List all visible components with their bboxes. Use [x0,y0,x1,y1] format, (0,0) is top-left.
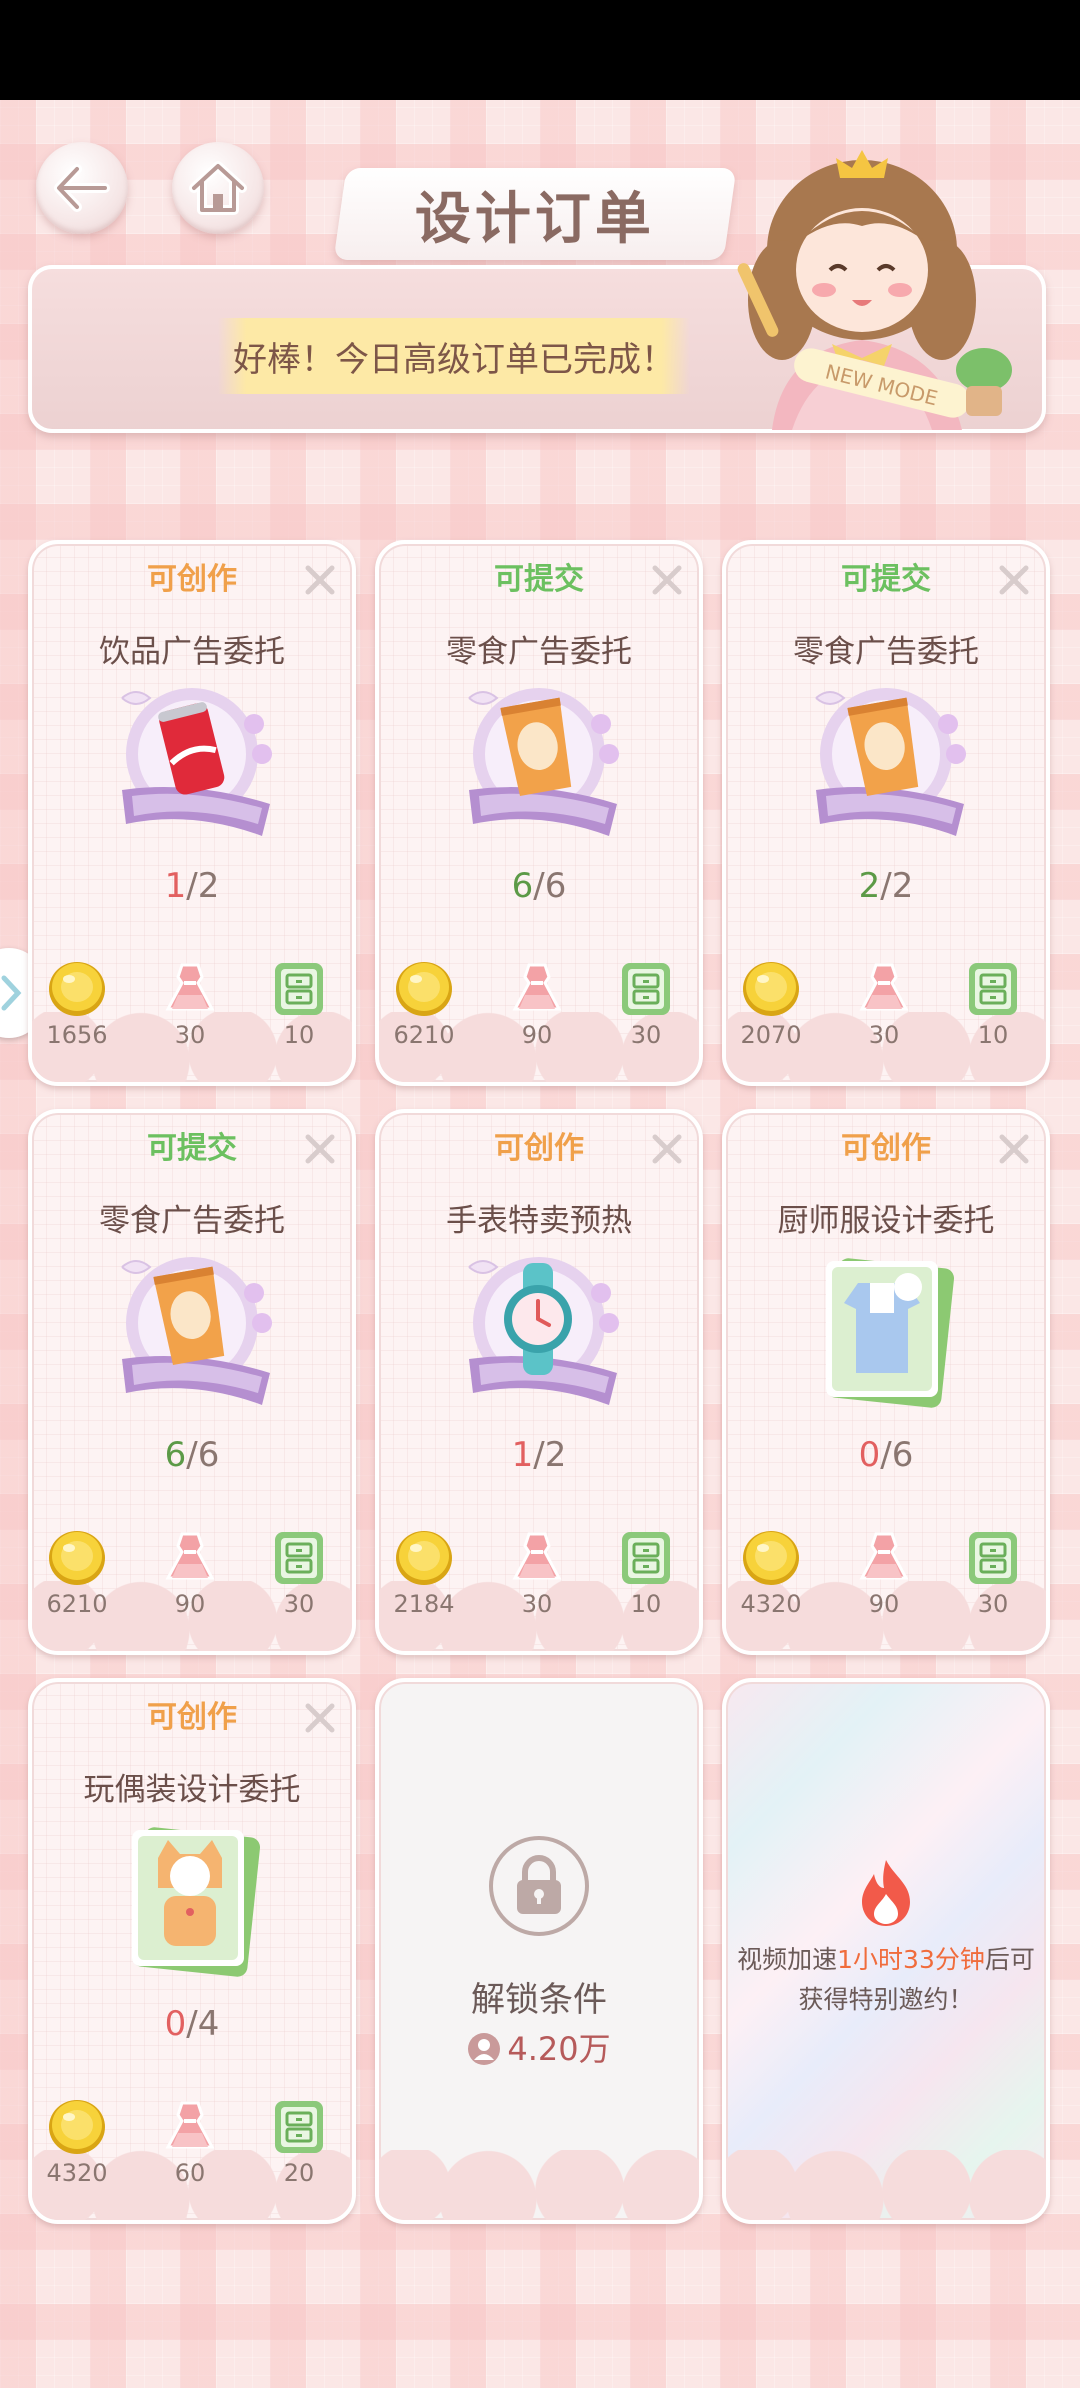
unlock-requirement: 4.20万 [379,2024,699,2070]
cabinet-icon [967,961,1019,1017]
cabinet-icon [273,2099,325,2155]
order-card-doll-costume[interactable]: 可创作 玩偶装设计委托 0/4 4320 60 20 [28,1678,356,2224]
order-title: 饮品广告委托 [99,634,285,670]
daily-notice: 好棒！今日高级订单已完成！ [218,318,690,394]
locked-order-slot[interactable]: 解锁条件 4.20万 [375,1678,703,2224]
snack-bag-image [815,687,967,837]
order-card-watch[interactable]: 可创作 手表特卖预热 1/2 2184 30 10 [375,1109,703,1655]
gold-reward: 4320 [32,2097,122,2187]
cabinet-reward: 20 [254,2097,344,2187]
dress-icon [860,963,908,1011]
close-icon[interactable] [994,1129,1034,1169]
gold-coin-icon [743,1531,799,1585]
order-card-snack[interactable]: 可提交 零食广告委托 6/6 6210 90 30 [28,1109,356,1655]
status-bar [0,0,1080,100]
dress-icon [166,963,214,1011]
dress-icon [513,1532,561,1580]
gold-reward: 6210 [32,1528,122,1618]
cabinet-icon [620,961,672,1017]
page-title: 设计订单 [333,168,737,260]
gold-coin-icon [396,1531,452,1585]
gold-reward: 2070 [726,959,816,1049]
gold-reward: 1656 [32,959,122,1049]
order-progress: 1/2 [511,1435,567,1475]
dress-reward: 60 [145,2097,235,2187]
close-icon[interactable] [994,560,1034,600]
cabinet-reward: 30 [254,1528,344,1618]
chef-uniform-image [825,1258,955,1408]
followers-icon [468,2033,501,2065]
drink-can-image [121,687,273,837]
cabinet-icon [967,1530,1019,1586]
order-title: 厨师服设计委托 [777,1203,995,1239]
dress-icon [513,963,561,1011]
gold-reward: 4320 [726,1528,816,1618]
dress-reward: 90 [839,1528,929,1618]
order-progress: 0/4 [164,2004,220,2044]
dress-reward: 90 [145,1528,235,1618]
cabinet-icon [273,1530,325,1586]
snack-bag-image [468,687,620,837]
video-speedup-text: 视频加速1小时33分钟后可 获得特别邀约！ [737,1945,1035,2014]
order-progress: 6/6 [511,866,567,906]
order-title: 手表特卖预热 [446,1203,632,1239]
lock-icon [489,1836,589,1936]
dress-reward: 30 [492,1528,582,1618]
gold-reward: 6210 [379,959,469,1049]
gold-coin-icon [396,962,452,1016]
dress-icon [166,2101,214,2149]
order-card-snack[interactable]: 可提交 零食广告委托 6/6 6210 90 30 [375,540,703,1086]
mascot-character-image: NEW MODE [737,150,1012,430]
gold-coin-icon [49,1531,105,1585]
cabinet-icon [273,961,325,1017]
cabinet-reward: 30 [948,1528,1038,1618]
close-icon[interactable] [300,1698,340,1738]
order-card-chef-uniform[interactable]: 可创作 厨师服设计委托 0/6 4320 90 30 [722,1109,1050,1655]
close-icon[interactable] [300,560,340,600]
snack-bag-image [121,1256,273,1406]
order-card-snack[interactable]: 可提交 零食广告委托 2/2 2070 30 10 [722,540,1050,1086]
order-progress: 2/2 [858,866,914,906]
back-button[interactable] [36,142,128,234]
special-invitation-card[interactable]: 视频加速1小时33分钟后可 获得特别邀约！ [722,1678,1050,2224]
cabinet-reward: 30 [601,959,691,1049]
close-icon[interactable] [647,560,687,600]
order-card-drink[interactable]: 可创作 饮品广告委托 1/2 1656 30 10 [28,540,356,1086]
cabinet-icon [620,1530,672,1586]
order-title: 零食广告委托 [446,634,632,670]
dress-icon [166,1532,214,1580]
watch-image [468,1256,620,1406]
unlock-condition-label: 解锁条件 [471,1980,607,2020]
gold-coin-icon [743,962,799,1016]
dress-reward: 30 [145,959,235,1049]
dress-reward: 90 [492,959,582,1049]
card-cloud-decoration [379,2150,699,2220]
order-title: 玩偶装设计委托 [83,1772,301,1808]
order-title: 零食广告委托 [793,634,979,670]
close-icon[interactable] [647,1129,687,1169]
dress-icon [860,1532,908,1580]
dress-reward: 30 [839,959,929,1049]
fire-icon [862,1860,910,1926]
order-progress: 1/2 [164,866,220,906]
doll-costume-image [131,1827,261,1977]
gold-reward: 2184 [379,1528,469,1618]
home-icon [189,161,247,215]
close-icon[interactable] [300,1129,340,1169]
order-progress: 0/6 [858,1435,914,1475]
order-progress: 6/6 [164,1435,220,1475]
card-cloud-decoration [726,2150,1046,2220]
gold-coin-icon [49,962,105,1016]
home-button[interactable] [172,142,264,234]
cabinet-reward: 10 [948,959,1038,1049]
back-arrow-icon [54,164,110,212]
cabinet-reward: 10 [254,959,344,1049]
cabinet-reward: 10 [601,1528,691,1618]
order-title: 零食广告委托 [99,1203,285,1239]
gold-coin-icon [49,2100,105,2154]
